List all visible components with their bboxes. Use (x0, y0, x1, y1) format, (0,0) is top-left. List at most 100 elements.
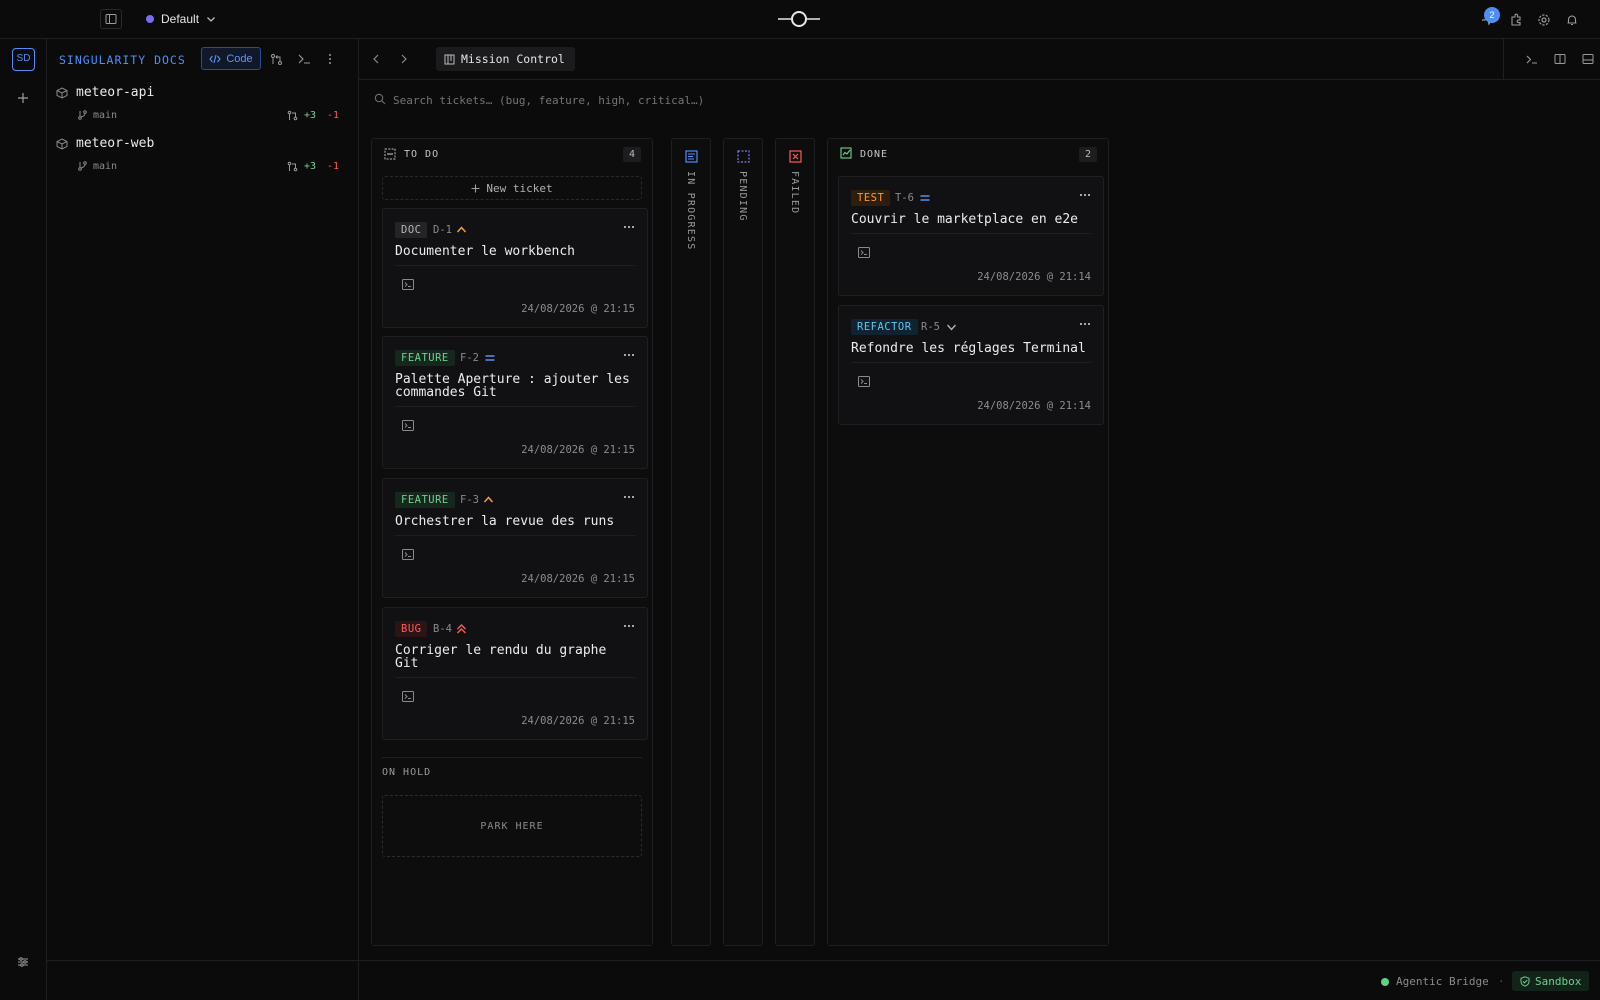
column-pending[interactable]: PENDING (723, 138, 763, 946)
git-button[interactable] (266, 49, 286, 69)
extensions-button[interactable] (1506, 10, 1526, 30)
todo-icon (384, 148, 396, 160)
card-menu-icon[interactable] (1080, 323, 1090, 325)
code-button[interactable]: Code (201, 47, 261, 70)
workspace-selector[interactable]: Default (146, 11, 216, 27)
priority-high-icon (483, 496, 494, 503)
code-icon (209, 54, 222, 63)
more-options-button[interactable] (322, 49, 338, 69)
chevron-right-icon (401, 54, 407, 64)
column-failed[interactable]: FAILED (775, 138, 815, 946)
terminal-icon[interactable] (858, 247, 870, 258)
ticket-title: Corriger le rendu du graphe Git (395, 643, 607, 671)
sidebar-footer (47, 960, 358, 1000)
on-hold-label: ON HOLD (382, 767, 432, 778)
bridge-status[interactable]: Agentic Bridge (1396, 975, 1489, 988)
search-input[interactable] (393, 90, 993, 110)
back-button[interactable] (367, 50, 385, 68)
ticket-type-badge: BUG (395, 621, 428, 637)
column-in-progress[interactable]: IN PROGRESS (671, 138, 711, 946)
columns-icon (1554, 54, 1566, 64)
tab-mission-control[interactable]: Mission Control (436, 47, 575, 71)
card-divider (851, 233, 1091, 234)
lines-removed: -1 (327, 161, 340, 172)
activity-button[interactable]: 2 (1478, 7, 1500, 30)
branch-name: main (93, 110, 118, 121)
rows-icon (1582, 54, 1594, 64)
repo-item[interactable]: meteor-api main +3 -1 (47, 81, 358, 127)
kanban-icon (444, 54, 455, 64)
ticket-date: 24/08/2026 @ 21:15 (521, 303, 635, 315)
on-hold-divider (382, 757, 642, 758)
card-menu-icon[interactable] (624, 496, 634, 498)
column-count: 2 (1079, 147, 1097, 162)
card-divider (395, 265, 635, 266)
failed-icon (789, 150, 802, 163)
workspace-name: Default (161, 12, 200, 26)
terminal-button[interactable] (294, 49, 314, 69)
package-icon (56, 87, 68, 99)
terminal-icon (298, 54, 310, 64)
card-menu-icon[interactable] (624, 625, 634, 627)
terminal-icon[interactable] (402, 691, 414, 702)
new-ticket-label: New ticket (486, 181, 553, 195)
sandbox-badge[interactable]: Sandbox (1512, 971, 1590, 991)
ticket-type-badge: REFACTOR (851, 319, 918, 335)
park-here-dropzone[interactable]: PARK HERE (382, 795, 642, 857)
ticket-id: D-1 (433, 224, 452, 236)
sidebar: SINGULARITY DOCS Code meteor-api main +3… (47, 39, 359, 1000)
ticket-card[interactable]: REFACTOR R-5 Refondre les réglages Termi… (838, 305, 1104, 425)
ticket-card[interactable]: FEATURE F-2 Palette Aperture : ajouter l… (382, 336, 648, 469)
split-horizontal-button[interactable] (1579, 50, 1597, 68)
search-icon (374, 93, 386, 105)
terminal-panel-button[interactable] (1523, 50, 1541, 68)
code-button-label: Code (226, 52, 253, 65)
repo-item[interactable]: meteor-web main +3 -1 (47, 132, 358, 178)
lines-removed: -1 (327, 110, 340, 121)
top-bar: Default 2 (0, 0, 1600, 39)
toggle-sidebar-button[interactable] (100, 9, 122, 29)
gear-icon (1538, 14, 1550, 26)
card-menu-icon[interactable] (624, 226, 634, 228)
split-vertical-button[interactable] (1551, 50, 1569, 68)
ticket-card[interactable]: TEST T-6 Couvrir le marketplace en e2e 2… (838, 176, 1104, 296)
chevron-down-icon (207, 17, 215, 22)
project-rail: SD (0, 39, 47, 1000)
card-menu-icon[interactable] (1080, 194, 1090, 196)
terminal-icon[interactable] (402, 279, 414, 290)
branch-icon (78, 110, 87, 120)
priority-high-icon (456, 226, 467, 233)
ticket-title: Documenter le workbench (395, 244, 576, 259)
tab-label: Mission Control (461, 52, 565, 66)
ticket-id: B-4 (433, 623, 452, 635)
project-avatar[interactable]: SD (12, 48, 35, 71)
ticket-id: R-5 (921, 321, 940, 333)
preferences-button[interactable] (13, 952, 33, 972)
priority-medium-icon (485, 355, 495, 361)
terminal-icon[interactable] (858, 376, 870, 387)
ticket-date: 24/08/2026 @ 21:14 (977, 400, 1091, 412)
priority-low-icon (946, 324, 957, 331)
add-project-button[interactable] (13, 88, 33, 108)
forward-button[interactable] (395, 50, 413, 68)
ticket-search[interactable] (373, 90, 1073, 110)
status-bar: Agentic Bridge · Sandbox (359, 960, 1600, 1000)
repo-name: meteor-api (76, 85, 155, 100)
tab-bar-divider (1503, 39, 1504, 80)
terminal-icon[interactable] (402, 420, 414, 431)
notifications-button[interactable] (1562, 10, 1582, 30)
ticket-title: Palette Aperture : ajouter les commandes… (395, 372, 630, 400)
tab-bar: Mission Control (359, 39, 1600, 80)
branch-name: main (93, 161, 118, 172)
new-ticket-button[interactable]: New ticket (382, 176, 642, 200)
lines-added: +3 (304, 161, 317, 172)
card-menu-icon[interactable] (624, 354, 634, 356)
settings-button[interactable] (1534, 10, 1554, 30)
main-panel: Mission Control TO DO 4 New ticket DOC D… (359, 39, 1600, 1000)
ticket-card[interactable]: DOC D-1 Documenter le workbench 24/08/20… (382, 208, 648, 328)
terminal-icon[interactable] (402, 549, 414, 560)
ticket-type-badge: DOC (395, 222, 428, 238)
ticket-card[interactable]: FEATURE F-3 Orchestrer la revue des runs… (382, 478, 648, 598)
plus-icon (471, 184, 480, 192)
ticket-card[interactable]: BUG B-4 Corriger le rendu du graphe Git … (382, 607, 648, 740)
